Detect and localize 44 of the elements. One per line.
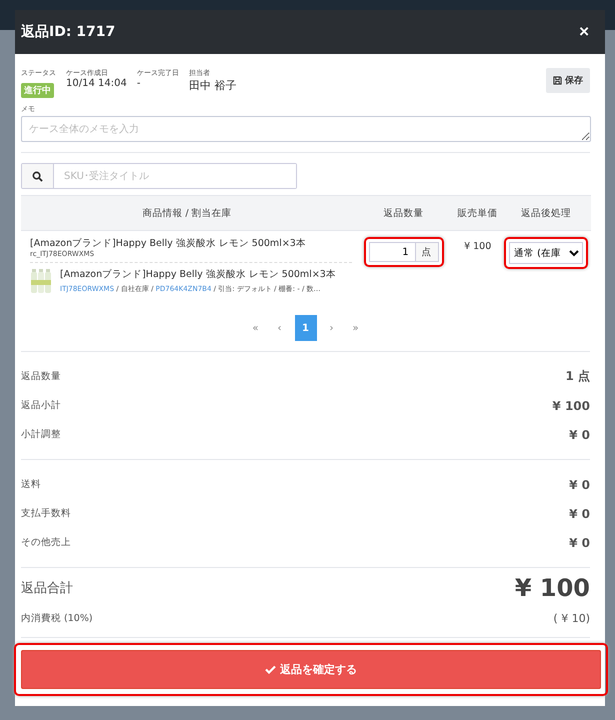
confirm-button[interactable]: 返品を確定する [21, 650, 601, 689]
memo-field[interactable]: ケース全体のメモを入力 [21, 116, 591, 142]
summary-value: ¥ 0 [569, 506, 590, 520]
unit-label: 点 [414, 242, 439, 262]
page-button[interactable]: « [246, 315, 264, 341]
tax-value: ( ¥ 10) [553, 612, 590, 625]
handling-select[interactable]: 通常 (在庫 [509, 242, 584, 264]
save-icon [553, 76, 562, 85]
search-icon [32, 170, 43, 182]
total-value: ¥ 100 [514, 574, 590, 602]
status-badge: 進行中 [21, 83, 54, 98]
summary-value: ¥ 0 [569, 536, 590, 550]
save-button[interactable]: 保存 [546, 68, 590, 93]
summary-label: 支払手数料 [21, 507, 71, 520]
close-button[interactable]: × [579, 22, 589, 42]
search-field[interactable]: SKU･受注タイトル [21, 163, 297, 189]
field-value: 田中 裕子 [188, 78, 236, 93]
page-button[interactable]: ‹ [270, 315, 288, 341]
dialog-title: 返品ID: 1717 [21, 23, 116, 41]
summary-label: 返品小計 [21, 399, 61, 412]
page-button[interactable]: › [322, 315, 340, 341]
product-title: [Amazonブランド]Happy Belly 強炭酸水 レモン 500ml×3本 [29, 237, 307, 250]
quantity-field[interactable]: 1 [368, 242, 415, 262]
tax-label: 内消費税 (10%) [21, 612, 93, 625]
column-header: 返品数量 [353, 196, 454, 230]
stock-title: [Amazonブランド]Happy Belly 強炭酸水 レモン 500ml×3本 [60, 268, 336, 281]
field-value: 10/14 14:04 [66, 78, 127, 89]
price: ¥ 100 [464, 241, 492, 252]
total-label: 返品合計 [21, 580, 73, 597]
summary-label: 返品数量 [21, 370, 61, 383]
summary-label: その他売上 [21, 536, 71, 549]
summary-value: ¥ 0 [569, 428, 590, 442]
page-button[interactable]: » [346, 315, 365, 341]
column-header: 販売単価 [454, 196, 502, 230]
summary-value: ¥ 0 [569, 478, 590, 492]
field-value: - [136, 78, 142, 89]
page-button[interactable]: 1 [294, 315, 316, 341]
column-header: 返品後処理 [501, 196, 591, 230]
summary-label: 送料 [21, 478, 41, 491]
summary-value: 1 点 [565, 368, 590, 385]
column-header: 商品情報 / 割当在庫 [21, 196, 353, 230]
summary-label: 小計調整 [21, 428, 61, 441]
summary-value: ¥ 100 [552, 398, 590, 412]
check-icon [265, 665, 276, 674]
